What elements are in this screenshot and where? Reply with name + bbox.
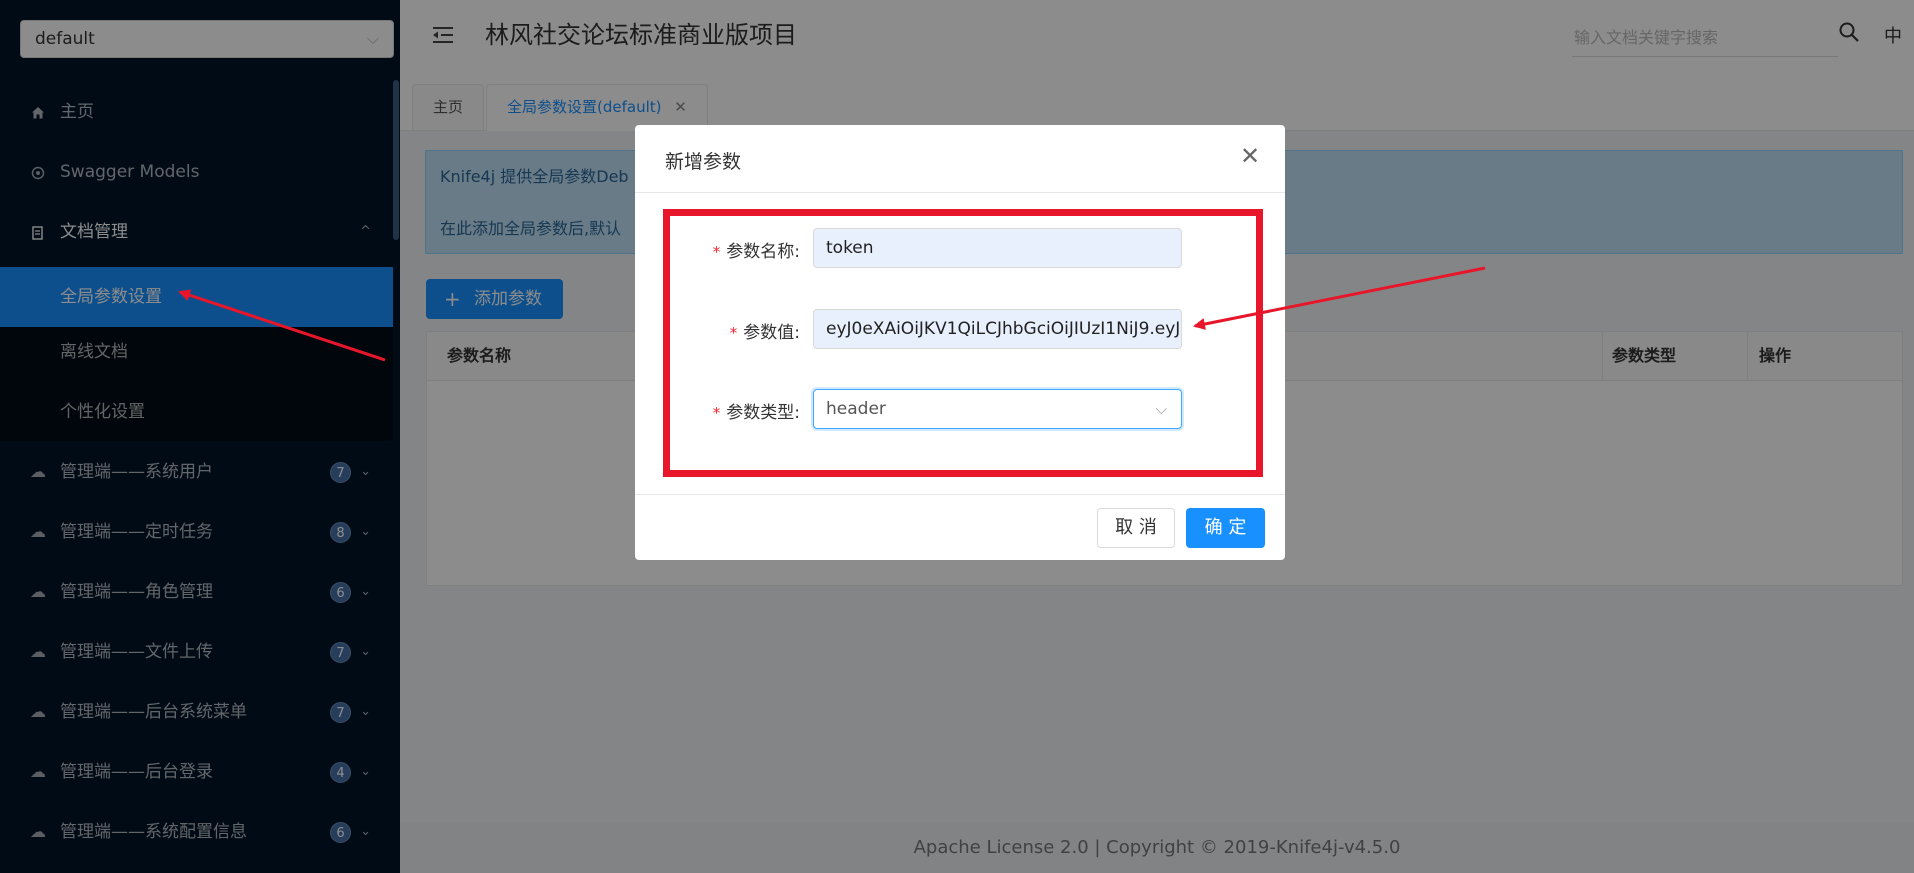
modal-title: 新增参数 bbox=[665, 151, 742, 173]
annotation-highlight-box bbox=[663, 209, 1263, 477]
add-param-modal: 新增参数 ✕ * 参数名称: token * 参数值: eyJ0eXAiOiJKV1… bbox=[635, 125, 1285, 560]
cancel-button[interactable]: 取 消 bbox=[1097, 508, 1175, 548]
close-icon[interactable]: ✕ bbox=[1235, 141, 1265, 171]
modal-divider bbox=[635, 192, 1285, 193]
modal-divider bbox=[635, 494, 1285, 495]
ok-button[interactable]: 确 定 bbox=[1186, 508, 1265, 548]
